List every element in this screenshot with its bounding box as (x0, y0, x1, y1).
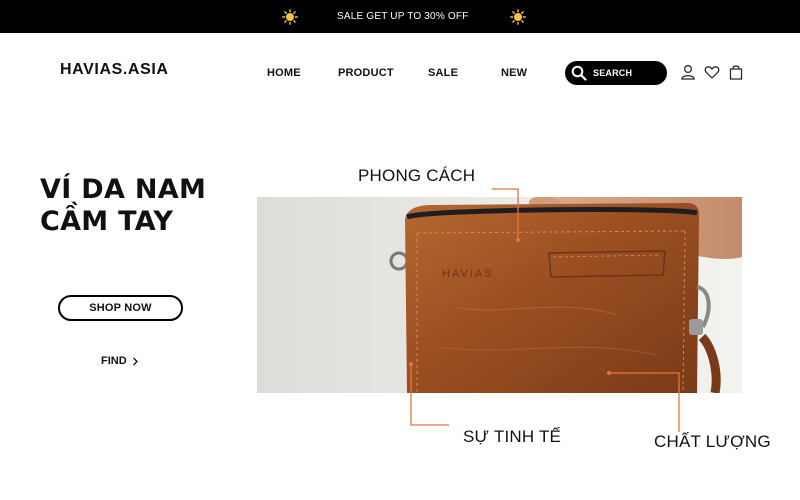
leather-clutch-illustration: HAVIAS (257, 197, 742, 393)
search-input[interactable]: SEARCH (565, 61, 667, 85)
hero-title-line-2: CẦM TAY (40, 206, 174, 237)
callout-quality: CHẤT LƯỢNG (654, 432, 771, 451)
site-logo[interactable]: HAVIAS.ASIA (60, 61, 169, 79)
callout-style: PHONG CÁCH (358, 166, 476, 185)
shop-now-button[interactable]: SHOP NOW (58, 295, 183, 321)
user-icon[interactable] (680, 64, 696, 80)
hero-title: VÍ DA NAM CẦM TAY (40, 174, 240, 238)
nav-new[interactable]: NEW (501, 67, 527, 79)
hero-title-line-1: VÍ DA NAM (40, 174, 207, 205)
sun-icon (282, 9, 298, 25)
heart-icon[interactable] (704, 64, 720, 80)
search-icon (571, 65, 587, 81)
sun-icon (510, 9, 526, 25)
chevron-right-icon (132, 357, 138, 365)
nav-product[interactable]: PRODUCT (338, 67, 394, 79)
site-header: HAVIAS.ASIA HOME PRODUCT SALE NEW SEARCH (0, 33, 800, 113)
nav-sale[interactable]: SALE (428, 67, 458, 79)
find-label: FIND (101, 355, 127, 367)
promo-text: SALE GET UP TO 30% OFF (337, 11, 469, 22)
nav-home[interactable]: HOME (267, 67, 301, 79)
search-label: SEARCH (593, 68, 633, 78)
product-image: HAVIAS (257, 197, 742, 393)
cart-icon[interactable] (728, 64, 744, 80)
find-link[interactable]: FIND (101, 355, 139, 367)
promo-bar: SALE GET UP TO 30% OFF (0, 0, 800, 33)
callout-refinement: SỰ TINH TẾ (463, 427, 562, 446)
brand-emboss: HAVIAS (442, 268, 494, 280)
